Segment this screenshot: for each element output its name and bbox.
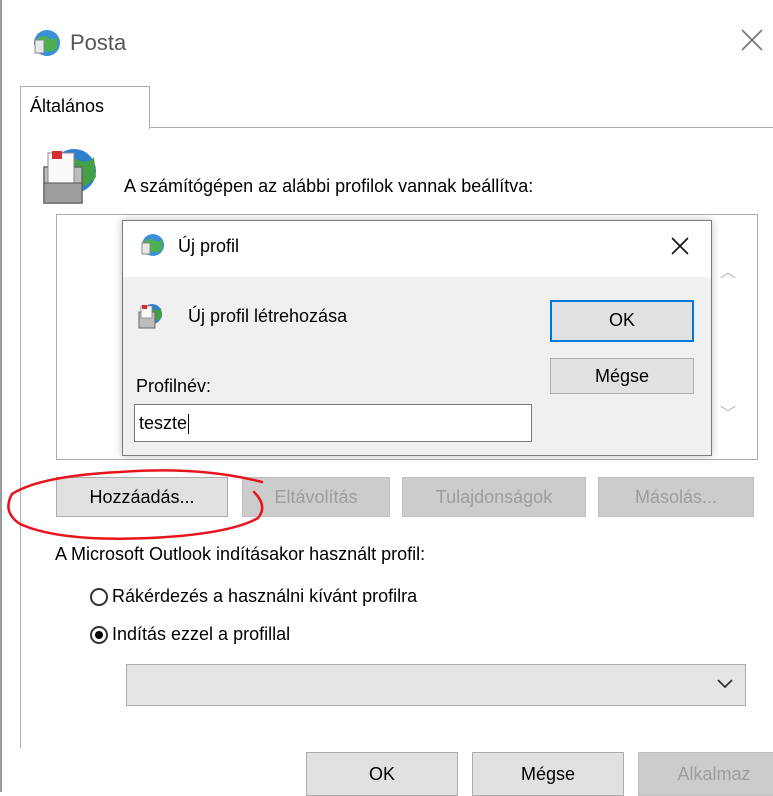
cancel-button[interactable]: Mégse xyxy=(472,752,624,796)
dialog-title: Új profil xyxy=(178,236,240,256)
properties-button[interactable]: Tulajdonságok xyxy=(402,477,586,517)
dialog-cancel-button[interactable]: Mégse xyxy=(550,358,694,394)
ok-button[interactable]: OK xyxy=(306,752,458,796)
profile-name-value: teszte xyxy=(139,413,188,433)
annotation-circle xyxy=(7,469,264,540)
apply-button[interactable]: Alkalmaz xyxy=(638,752,773,796)
radio-use-profile-label: Indítás ezzel a profillal xyxy=(112,624,291,644)
mail-icon xyxy=(34,30,60,56)
copy-profile-button[interactable]: Másolás... xyxy=(598,477,754,517)
dialog-ok-button[interactable]: OK xyxy=(550,300,694,342)
close-icon[interactable] xyxy=(668,234,692,258)
scroll-up-icon[interactable]: ︿ xyxy=(720,258,736,282)
text-caret xyxy=(188,414,190,435)
scroll-down-icon[interactable]: ﹀ xyxy=(720,400,736,424)
radio-prompt-profile-label: Rákérdezés a használni kívánt profilra xyxy=(112,586,418,606)
profile-name-input[interactable]: teszte xyxy=(134,404,532,442)
tab-general-label: Általános xyxy=(30,96,105,116)
create-profile-text: Új profil létrehozása xyxy=(188,306,348,326)
profiles-heading: A számítógépen az alábbi profilok vannak… xyxy=(124,176,534,196)
profiles-icon xyxy=(138,304,162,329)
startup-profile-label: A Microsoft Outlook indításakor használt… xyxy=(55,544,426,564)
close-icon[interactable] xyxy=(736,24,768,56)
chevron-down-icon xyxy=(717,679,733,689)
window-edge xyxy=(0,0,2,792)
profile-name-label: Profilnév: xyxy=(136,376,212,396)
radio-prompt-profile[interactable] xyxy=(90,588,108,606)
radio-use-profile[interactable] xyxy=(90,626,108,644)
mail-icon xyxy=(141,234,164,256)
window-title: Posta xyxy=(70,30,127,55)
profiles-icon xyxy=(43,149,96,204)
profile-select[interactable] xyxy=(126,664,746,706)
